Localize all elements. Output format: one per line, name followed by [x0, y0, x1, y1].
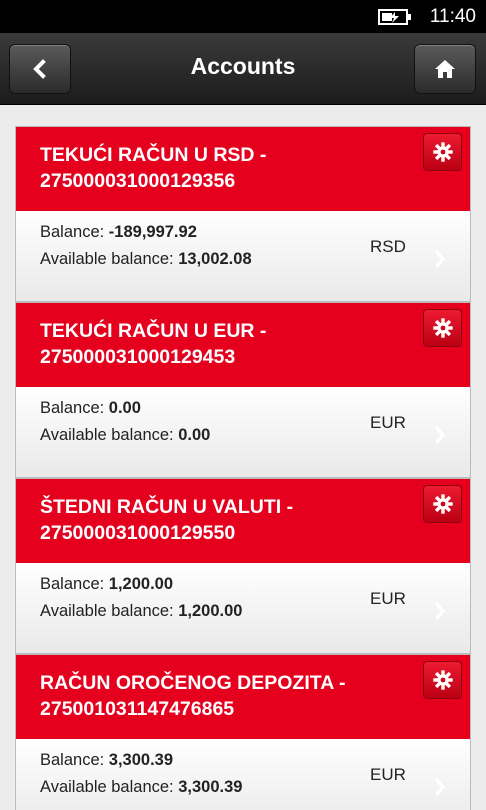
balance-line: Balance: 3,300.39 — [40, 751, 173, 770]
available-balance-value: 0.00 — [178, 426, 211, 444]
account-number: 275000031000129356 — [40, 170, 236, 192]
account-header: TEKUĆI RAČUN U RSD - 275000031000129356 — [16, 127, 470, 211]
account-title: RAČUN OROČENOG DEPOZITA - 27500103114747… — [40, 670, 410, 722]
account-title: TEKUĆI RAČUN U EUR - 275000031000129453 — [40, 318, 410, 370]
account-details[interactable]: Balance: 3,300.39 Available balance: 3,3… — [16, 739, 470, 810]
account-details[interactable]: Balance: 0.00 Available balance: 0.00 EU… — [16, 387, 470, 477]
available-balance-value: 13,002.08 — [178, 250, 252, 268]
currency-code: EUR — [370, 765, 406, 784]
accounts-list: TEKUĆI RAČUN U RSD - 275000031000129356 … — [15, 126, 471, 810]
account-header: RAČUN OROČENOG DEPOZITA - 27500103114747… — [16, 655, 470, 739]
battery-charging-icon — [378, 9, 411, 25]
account-card: ŠTEDNI RAČUN U VALUTI - 2750000310001295… — [15, 478, 471, 654]
account-header: TEKUĆI RAČUN U EUR - 275000031000129453 — [16, 303, 470, 387]
account-settings-button[interactable] — [423, 661, 462, 699]
available-balance-value: 3,300.39 — [178, 778, 243, 796]
account-settings-button[interactable] — [423, 309, 462, 347]
available-balance-line: Available balance: 1,200.00 — [40, 602, 242, 621]
chevron-right-icon — [435, 602, 445, 620]
account-name: TEKUĆI RAČUN U RSD - — [40, 144, 267, 166]
currency-code: RSD — [370, 237, 406, 256]
status-bar: 11:40 — [0, 0, 486, 33]
gear-icon — [432, 318, 453, 338]
balance-label: Balance: — [40, 751, 109, 769]
currency-code: EUR — [370, 589, 406, 608]
balance-value: -189,997.92 — [108, 223, 197, 241]
account-settings-button[interactable] — [423, 133, 462, 171]
available-balance-label: Available balance: — [40, 602, 179, 620]
balance-value: 0.00 — [108, 399, 141, 417]
account-card: RAČUN OROČENOG DEPOZITA - 27500103114747… — [15, 654, 471, 810]
available-balance-value: 1,200.00 — [178, 602, 243, 620]
account-title: TEKUĆI RAČUN U RSD - 275000031000129356 — [40, 142, 410, 194]
balance-line: Balance: -189,997.92 — [40, 223, 197, 242]
available-balance-label: Available balance: — [40, 250, 179, 268]
balance-label: Balance: — [40, 399, 109, 417]
chevron-right-icon — [435, 778, 445, 796]
account-header: ŠTEDNI RAČUN U VALUTI - 2750000310001295… — [16, 479, 470, 563]
available-balance-line: Available balance: 13,002.08 — [40, 250, 252, 269]
account-settings-button[interactable] — [423, 485, 462, 523]
gear-icon — [432, 670, 453, 690]
account-name: ŠTEDNI RAČUN U VALUTI - — [40, 496, 294, 518]
app-header: Accounts — [0, 33, 486, 105]
account-name: TEKUĆI RAČUN U EUR - — [40, 320, 267, 342]
gear-icon — [432, 494, 453, 514]
account-number: 275000031000129550 — [40, 522, 236, 544]
available-balance-label: Available balance: — [40, 778, 179, 796]
account-card: TEKUĆI RAČUN U EUR - 275000031000129453 … — [15, 302, 471, 478]
account-details[interactable]: Balance: 1,200.00 Available balance: 1,2… — [16, 563, 470, 653]
chevron-right-icon — [435, 426, 445, 444]
available-balance-label: Available balance: — [40, 426, 179, 444]
available-balance-line: Available balance: 3,300.39 — [40, 778, 242, 797]
home-button[interactable] — [414, 44, 476, 94]
chevron-right-icon — [435, 250, 445, 268]
available-balance-line: Available balance: 0.00 — [40, 426, 210, 445]
gear-icon — [432, 142, 453, 162]
balance-label: Balance: — [40, 575, 109, 593]
balance-line: Balance: 1,200.00 — [40, 575, 173, 594]
currency-code: EUR — [370, 413, 406, 432]
balance-value: 1,200.00 — [108, 575, 174, 593]
balance-line: Balance: 0.00 — [40, 399, 141, 418]
account-name: RAČUN OROČENOG DEPOZITA - — [40, 672, 346, 694]
account-number: 275000031000129453 — [40, 346, 236, 368]
balance-value: 3,300.39 — [108, 751, 174, 769]
account-details[interactable]: Balance: -189,997.92 Available balance: … — [16, 211, 470, 301]
account-title: ŠTEDNI RAČUN U VALUTI - 2750000310001295… — [40, 494, 410, 546]
balance-label: Balance: — [40, 223, 109, 241]
home-icon — [435, 60, 455, 78]
status-time: 11:40 — [429, 6, 476, 27]
account-number: 275001031147476865 — [40, 698, 235, 720]
account-card: TEKUĆI RAČUN U RSD - 275000031000129356 … — [15, 126, 471, 302]
